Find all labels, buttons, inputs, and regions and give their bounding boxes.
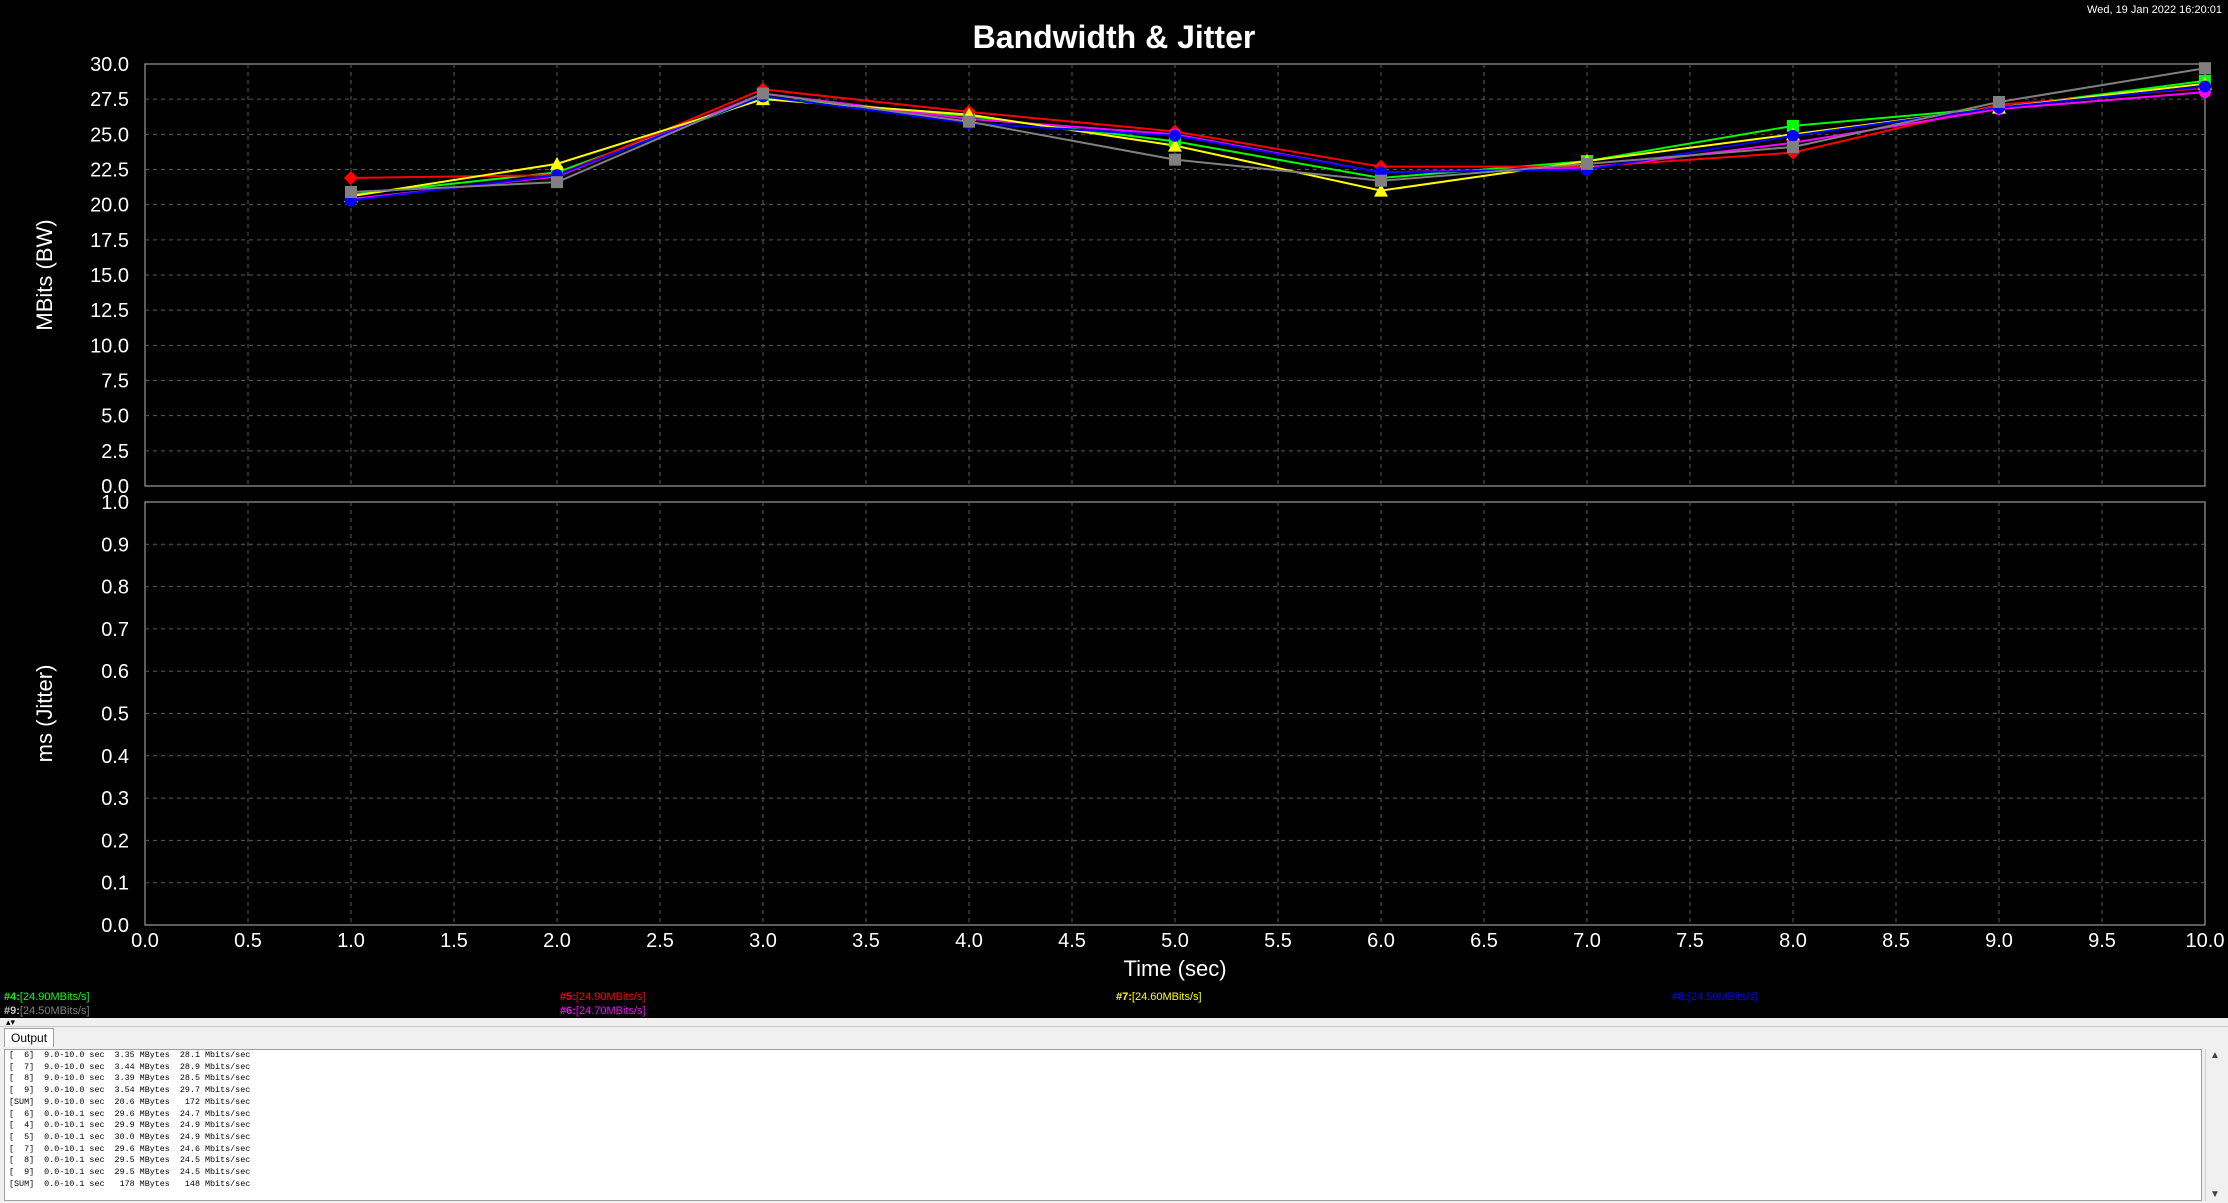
- y-tick-label: 7.5: [101, 371, 129, 393]
- scroll-up-icon[interactable]: ▲: [2206, 1050, 2224, 1061]
- legend-value: [24.50MBits/s]: [1687, 991, 1758, 1003]
- legend-id: #5:: [560, 991, 576, 1003]
- x-tick-label: 7.0: [1573, 930, 1601, 952]
- legend-value: [24.50MBits/s]: [19, 1005, 90, 1017]
- y-tick-label: 1.0: [101, 492, 129, 514]
- output-lines: [ 6] 9.0-10.0 sec 3.35 MBytes 28.1 Mbits…: [9, 1050, 251, 1189]
- y-tick-label: 20.0: [90, 195, 129, 217]
- timestamp: Wed, 19 Jan 2022 16:20:01: [2087, 4, 2222, 16]
- x-tick-label: 5.0: [1161, 930, 1189, 952]
- y-tick-label: 0.1: [101, 873, 129, 895]
- x-tick-label: 3.0: [749, 930, 777, 952]
- data-point-s9: [757, 87, 769, 100]
- output-text-area[interactable]: [ 6] 9.0-10.0 sec 3.35 MBytes 28.1 Mbits…: [4, 1049, 2202, 1201]
- legend-item-5: #5:[24.90MBits/s]: [560, 991, 646, 1003]
- y-tick-label: 25.0: [90, 124, 129, 146]
- data-point-s9: [1375, 174, 1387, 187]
- chart-area: Bandwidth & Jitter 0.0 2.5 5.0 7.5 10.0 12.5 15…: [0, 0, 2228, 1018]
- y-tick-label: 0.8: [101, 577, 129, 599]
- legend-id: #8:: [1672, 991, 1688, 1003]
- legend-value: [24.90MBits/s]: [575, 991, 646, 1003]
- data-point-s8: [1787, 129, 1799, 142]
- x-tick-label: 8.5: [1882, 930, 1910, 952]
- y-tick-label: 12.5: [90, 300, 129, 322]
- x-tick-label: 1.0: [337, 930, 365, 952]
- y-tick-label: 0.2: [101, 830, 129, 852]
- bandwidth-jitter-chart: Bandwidth & Jitter 0.0 2.5 5.0 7.5 10.0 12.5 15…: [32, 19, 2225, 981]
- data-point-s9: [963, 115, 975, 128]
- data-point-s9: [551, 176, 563, 189]
- x-tick-label: 4.5: [1058, 930, 1086, 952]
- splitter-grip-icon[interactable]: ▴▾: [6, 1018, 15, 1027]
- x-tick-label: 4.0: [955, 930, 983, 952]
- legend-value: [24.60MBits/s]: [1131, 991, 1202, 1003]
- data-point-s8: [1169, 129, 1181, 142]
- data-point-s9: [1581, 157, 1593, 170]
- x-tick-label: 9.0: [1985, 930, 2013, 952]
- panel-splitter[interactable]: ▴▾: [0, 1018, 2228, 1027]
- data-point-s9: [2199, 62, 2211, 75]
- data-point-s9: [1169, 153, 1181, 166]
- y-tick-label: 0.9: [101, 534, 129, 556]
- legend-row-1: #4:[24.90MBits/s] #5:[24.90MBits/s] #7:[…: [0, 991, 2228, 1005]
- y-tick-label: 0.4: [101, 746, 129, 768]
- legend-id: #7:: [1116, 991, 1132, 1003]
- x-axis-label: Time (sec): [1123, 956, 1226, 981]
- y-tick-label: 0.3: [101, 788, 129, 810]
- legend-id: #6:: [560, 1005, 576, 1017]
- legend-item-9: #9:[24.50MBits/s]: [4, 1005, 90, 1017]
- x-tick-label: 3.5: [852, 930, 880, 952]
- chart-title: Bandwidth & Jitter: [973, 19, 1256, 55]
- legend-item-4: #4:[24.90MBits/s]: [4, 991, 90, 1003]
- data-point-s8: [2199, 80, 2211, 93]
- y-tick-label: 22.5: [90, 160, 129, 182]
- legend-value: [24.70MBits/s]: [575, 1005, 646, 1017]
- legend-item-7: #7:[24.60MBits/s]: [1116, 991, 1202, 1003]
- data-point-s9: [345, 186, 357, 199]
- legend-value: [24.90MBits/s]: [19, 991, 90, 1003]
- legend-item-6: #6:[24.70MBits/s]: [560, 1005, 646, 1017]
- x-tick-label: 7.5: [1676, 930, 1704, 952]
- y-tick-label: 0.0: [101, 915, 129, 937]
- legend-id: #9:: [4, 1005, 20, 1017]
- x-tick-label: 6.5: [1470, 930, 1498, 952]
- x-tick-label: 8.0: [1779, 930, 1807, 952]
- x-tick-label: 2.0: [543, 930, 571, 952]
- x-tick-label: 10.0: [2186, 930, 2225, 952]
- data-point-s9: [1993, 95, 2005, 108]
- y-tick-label: 0.5: [101, 704, 129, 726]
- x-tick-label: 0.5: [234, 930, 262, 952]
- scroll-down-icon[interactable]: ▼: [2206, 1189, 2224, 1200]
- y-axis-label-1: MBits (BW): [32, 219, 57, 330]
- x-tick-label: 9.5: [2088, 930, 2116, 952]
- x-tick-label: 2.5: [646, 930, 674, 952]
- x-tick-label: 6.0: [1367, 930, 1395, 952]
- x-tick-label: 1.5: [440, 930, 468, 952]
- y-axis-label-2: ms (Jitter): [32, 665, 57, 763]
- legend-item-8: #8:[24.50MBits/s]: [1672, 991, 1758, 1003]
- y-tick-label: 15.0: [90, 265, 129, 287]
- y-tick-label: 27.5: [90, 89, 129, 111]
- x-tick-label: 5.5: [1264, 930, 1292, 952]
- y-tick-label: 0.6: [101, 661, 129, 683]
- x-tick-label: 0.0: [131, 930, 159, 952]
- legend-row-2: #9:[24.50MBits/s] #6:[24.70MBits/s]: [0, 1005, 2228, 1019]
- y-tick-label: 10.0: [90, 335, 129, 357]
- y-tick-label: 0.7: [101, 619, 129, 641]
- data-point-s9: [1787, 140, 1799, 153]
- y-tick-label: 2.5: [101, 441, 129, 463]
- y-tick-label: 17.5: [90, 230, 129, 252]
- y-tick-label: 5.0: [101, 406, 129, 428]
- output-panel: Output [ 6] 9.0-10.0 sec 3.35 MBytes 28.…: [0, 1026, 2228, 1203]
- y-tick-label: 30.0: [90, 54, 129, 76]
- output-scrollbar[interactable]: ▲ ▼: [2205, 1049, 2224, 1201]
- tab-output[interactable]: Output: [4, 1028, 55, 1047]
- legend-id: #4:: [4, 991, 20, 1003]
